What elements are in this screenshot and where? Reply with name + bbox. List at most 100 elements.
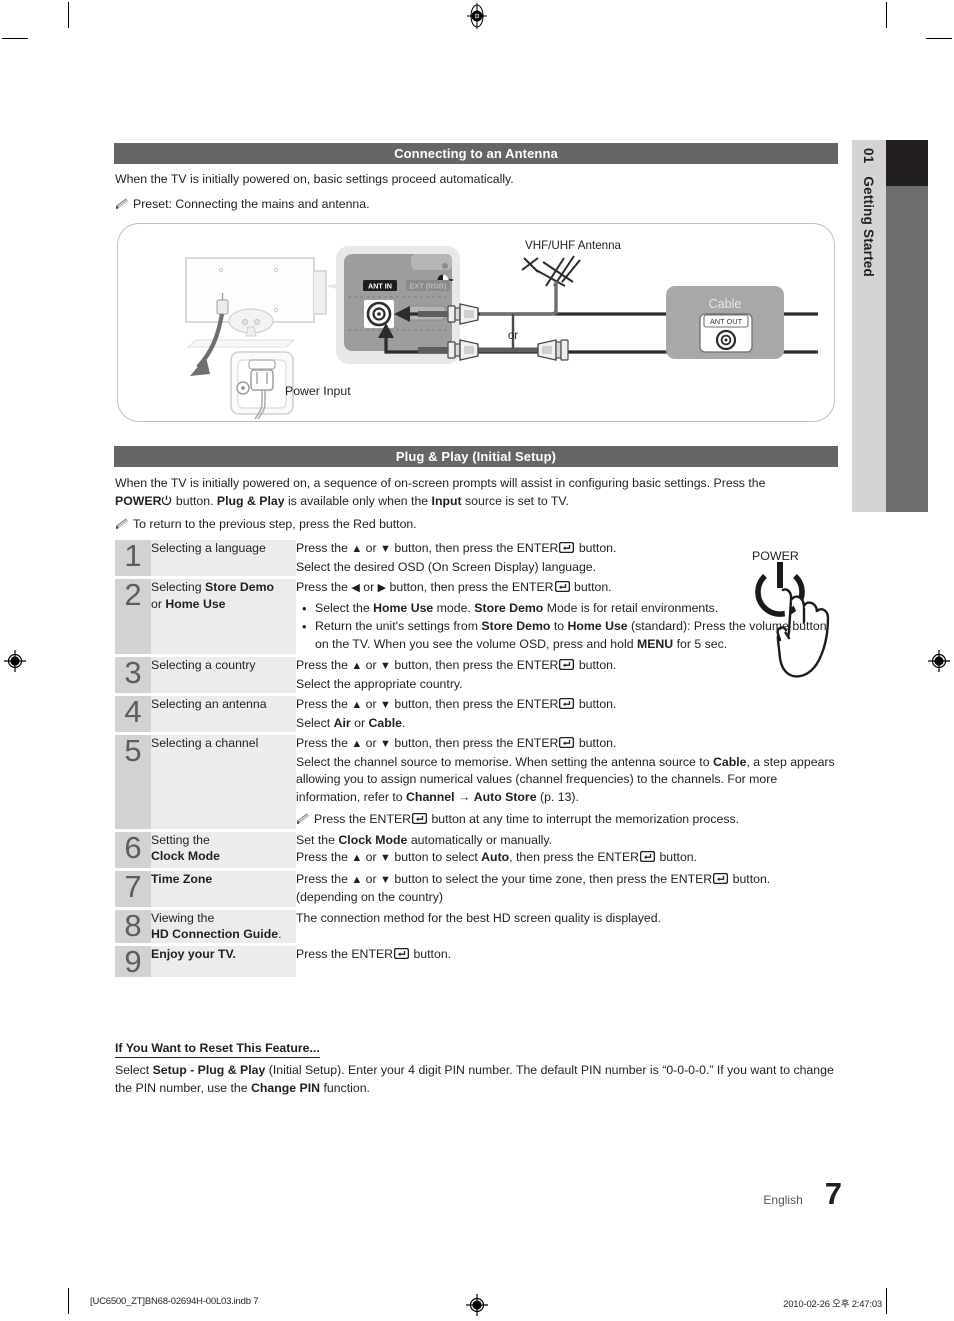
step-line: Set the Clock Mode automatically or manu… [296, 832, 553, 847]
antenna-intro-paragraph: When the TV is initially powered on, bas… [115, 171, 815, 189]
enter-key-icon [640, 851, 656, 862]
page-footer: English 7 [763, 1178, 842, 1209]
ant-in-label: ANT IN [368, 282, 392, 291]
reset-bold-2: Change PIN [251, 1080, 321, 1095]
step-line: Select Air or Cable. [296, 715, 406, 730]
chapter-number: 01 [861, 148, 877, 164]
step-description: Press the ▲ or ▼ button to select the yo… [296, 871, 838, 907]
step-title-text: Selecting an antenna [151, 697, 267, 711]
step-title-text: Viewing the [151, 910, 215, 925]
antenna-connection-diagram: Power Input ANT IN EXT (RGB) VHF/UHF Ant… [117, 223, 835, 422]
step-title: Time Zone [151, 870, 296, 907]
step-number: 9 [115, 945, 151, 977]
list-item: Select the Home Use mode. Store Demo Mod… [302, 600, 838, 618]
plug-play-bold-2: Input [431, 493, 462, 508]
step-title: Viewing the HD Connection Guide. [151, 909, 296, 943]
step-title-bold: Enjoy your TV. [151, 946, 236, 961]
step-title-bold: Time Zone [151, 871, 213, 886]
reset-text-1: Select [115, 1063, 153, 1077]
registration-mark-left [4, 650, 26, 672]
table-row: 9 Enjoy your TV. Press the ENTER button. [115, 945, 838, 977]
section-header-antenna-label: Connecting to an Antenna [394, 146, 558, 161]
step-line: Press the ▲ or ▼ button to select Auto, … [296, 850, 698, 864]
step-title: Selecting a language [151, 540, 296, 576]
coax-connector-lower-right [537, 339, 569, 361]
table-row: 5 Selecting a channel Press the ▲ or ▼ b… [115, 735, 838, 829]
step-line: Press the ▲ or ▼ button to select the yo… [296, 871, 771, 886]
step-number: 8 [115, 909, 151, 943]
step-description: Press the ▲ or ▼ button, then press the … [296, 735, 838, 829]
plug-play-intro-3: is available only when the [284, 493, 432, 508]
tv-port-panel: ANT IN EXT (RGB) [336, 246, 460, 364]
pencil-note-icon [296, 813, 311, 825]
plug-play-note-text: To return to the previous step, press th… [133, 517, 417, 531]
section-header-antenna: Connecting to an Antenna [114, 143, 838, 164]
print-footer-timestamp: 2010-02-26 오후 2:47:03 [783, 1299, 882, 1310]
step-number: 7 [115, 870, 151, 907]
crop-mark-top-right-v [886, 2, 887, 28]
vhf-uhf-antenna-label: VHF/UHF Antenna [525, 239, 622, 252]
step-description: Press the ▲ or ▼ button, then press the … [296, 540, 838, 576]
print-footer: [UC6500_ZT]BN68-02694H-00L03.indb 7 2010… [0, 1293, 954, 1315]
plug-play-note: To return to the previous step, press th… [115, 516, 815, 534]
chapter-title: Getting Started [861, 176, 877, 277]
antenna-icon [521, 255, 581, 287]
enter-key-icon [559, 698, 575, 709]
power-input-label: Power Input [285, 384, 351, 398]
plug-play-intro-1: When the TV is initially powered on, a s… [115, 476, 766, 490]
step-description: Press the ENTER button. [296, 946, 838, 977]
step-title: Selecting a country [151, 657, 296, 693]
step-title-bold: Store Demo [205, 580, 275, 594]
plug-play-intro-2: button. [172, 493, 217, 508]
antenna-diagram-svg: Power Input ANT IN EXT (RGB) VHF/UHF Ant… [185, 239, 818, 420]
or-label: or [508, 330, 518, 342]
step-title: Selecting a channel [151, 735, 296, 829]
enter-key-icon [559, 659, 575, 670]
list-item: Return the unit's settings from Store De… [302, 618, 838, 653]
step-title: Selecting an antenna [151, 696, 296, 732]
step-number: 1 [115, 540, 151, 576]
step-number: 6 [115, 831, 151, 868]
step-description: Press the ▲ or ▼ button, then press the … [296, 696, 838, 732]
step-description: Press the ▲ or ▼ button, then press the … [296, 657, 838, 693]
crop-mark-top-left-h [2, 38, 28, 39]
enter-key-icon [412, 813, 428, 824]
step-line: Press the ◀ or ▶ button, then press the … [296, 580, 612, 594]
step-title-text: Setting the [151, 832, 210, 847]
step-description: The connection method for the best HD sc… [296, 910, 838, 943]
reset-text-3: function. [320, 1080, 370, 1095]
power-symbol-icon [161, 494, 172, 505]
step-line: Select the desired OSD (On Screen Displa… [296, 559, 597, 574]
table-row: 2 Selecting Store Demo or Home Use Press… [115, 579, 838, 654]
plug-play-intro-4: source is set to TV. [461, 493, 569, 508]
step-title: Enjoy your TV. [151, 945, 296, 977]
step-title: Selecting Store Demo or Home Use [151, 579, 296, 654]
step-number: 4 [115, 696, 151, 732]
table-row: 7 Time Zone Press the ▲ or ▼ button to s… [115, 870, 838, 907]
antenna-note-text: Preset: Connecting the mains and antenna… [133, 197, 370, 211]
step-title-bold: HD Connection Guide [151, 927, 279, 941]
section-header-plug-play-label: Plug & Play (Initial Setup) [395, 449, 557, 464]
reset-bold-1: Setup - Plug & Play [152, 1063, 266, 1077]
enter-key-icon [559, 737, 575, 748]
plug-play-intro-paragraph: When the TV is initially powered on, a s… [115, 475, 815, 510]
step-bullet-list: Select the Home Use mode. Store Demo Mod… [296, 600, 838, 654]
ant-out-label: ANT OUT [710, 317, 743, 326]
cable-box-label: Cable [709, 297, 742, 311]
step-description: Press the ◀ or ▶ button, then press the … [296, 579, 838, 654]
step-title-text: Selecting a channel [151, 736, 259, 750]
step-title-text-2: or [151, 596, 166, 611]
step-title-text: Selecting a country [151, 658, 256, 672]
table-row: 1 Selecting a language Press the ▲ or ▼ … [115, 540, 838, 576]
section-header-plug-play: Plug & Play (Initial Setup) [114, 446, 838, 467]
step-title: Setting the Clock Mode [151, 831, 296, 868]
enter-key-icon [559, 542, 575, 553]
step-title-text: Selecting a language [151, 541, 266, 555]
step-title-text: Selecting [151, 580, 206, 594]
step-number: 5 [115, 735, 151, 829]
step-note: Press the ENTER button at any time to in… [296, 811, 838, 829]
reset-feature-body: Select Setup - Plug & Play (Initial Setu… [115, 1062, 837, 1097]
step-description: Set the Clock Mode automatically or manu… [296, 832, 838, 868]
crop-mark-top-left-v [68, 2, 69, 28]
chapter-tab: 01 Getting Started [852, 140, 886, 512]
